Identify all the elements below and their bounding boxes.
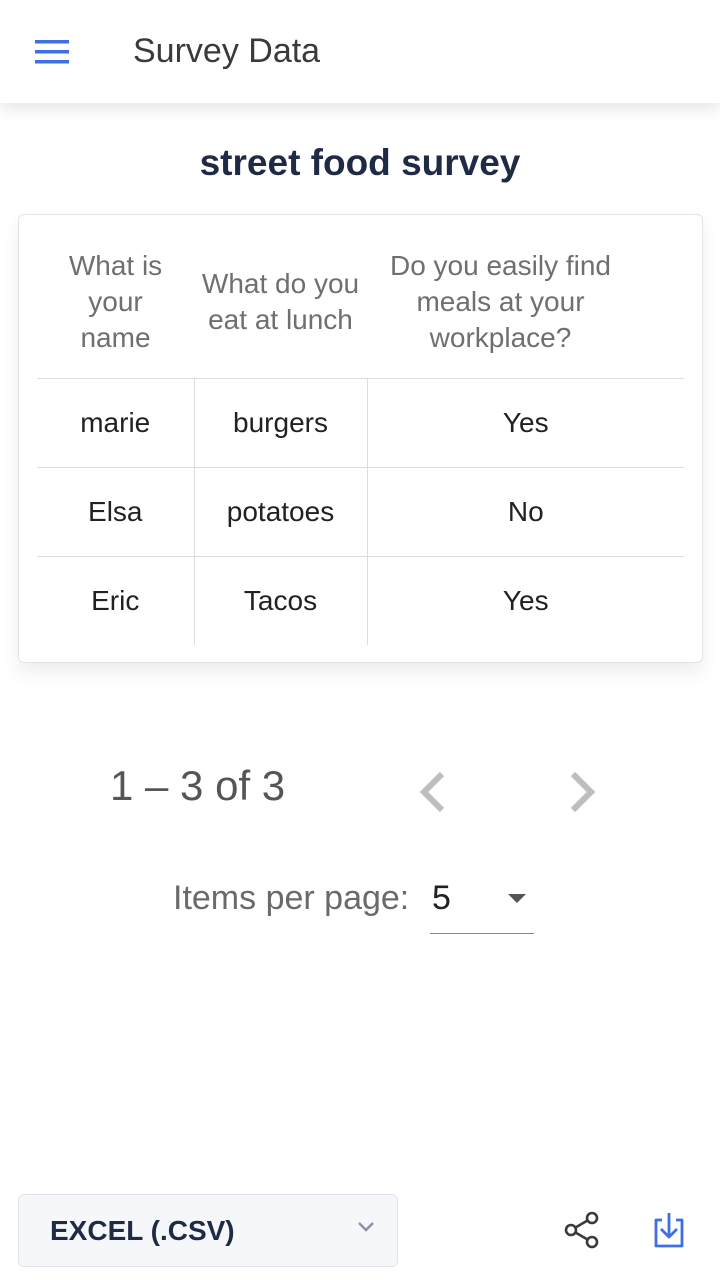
chevron-left-icon [419, 771, 445, 813]
chevron-down-icon [358, 1222, 374, 1232]
table-cell: burgers [193, 378, 367, 468]
paginator-range-label: 1 – 3 of 3 [110, 762, 286, 809]
share-icon [564, 1211, 599, 1249]
app-title: Survey Data [133, 32, 321, 70]
export-format-select[interactable]: EXCEL (.CSV) [18, 1194, 398, 1267]
table-cell: Elsa [37, 467, 194, 557]
table-cell: Eric [91, 584, 140, 616]
items-per-page-value: 5 [432, 879, 451, 917]
items-per-page-select[interactable]: 5 [430, 874, 534, 934]
table-cell: Yes [366, 556, 684, 645]
share-button[interactable] [558, 1206, 606, 1254]
chevron-right-icon [570, 771, 596, 813]
column-header-meals[interactable]: Do you easily find meals at your workpla… [367, 227, 684, 379]
download-icon [654, 1213, 684, 1248]
survey-table-card: What is your name What do you eat at lun… [18, 214, 703, 663]
download-button[interactable] [645, 1206, 693, 1254]
table-header-row: What is your name What do you eat at lun… [37, 227, 684, 379]
menu-icon [35, 40, 69, 64]
table-cell: marie [37, 378, 194, 468]
previous-page-button[interactable] [404, 764, 460, 820]
column-header-name[interactable]: What is your name [37, 227, 194, 379]
table-row[interactable]: Eric Tacos Yes [37, 556, 684, 645]
survey-table: What is your name What do you eat at lun… [37, 227, 684, 645]
dropdown-arrow-icon [508, 894, 526, 903]
table-cell: potatoes [193, 467, 367, 557]
table-row[interactable]: marie burgers Yes [37, 378, 684, 468]
survey-title: street food survey [199, 142, 521, 183]
export-format-value: EXCEL (.CSV) [50, 1215, 235, 1246]
table-cell: No [366, 467, 684, 557]
column-header-lunch[interactable]: What do you eat at lunch [194, 227, 367, 379]
table-row[interactable]: Elsa potatoes No [37, 467, 684, 557]
app-bar: Survey Data [0, 0, 720, 103]
items-per-page-label: Items per page: [173, 879, 410, 917]
menu-button[interactable] [20, 24, 84, 80]
next-page-button[interactable] [555, 764, 611, 820]
table-cell: Yes [366, 378, 684, 468]
table-cell: Tacos [193, 556, 367, 645]
